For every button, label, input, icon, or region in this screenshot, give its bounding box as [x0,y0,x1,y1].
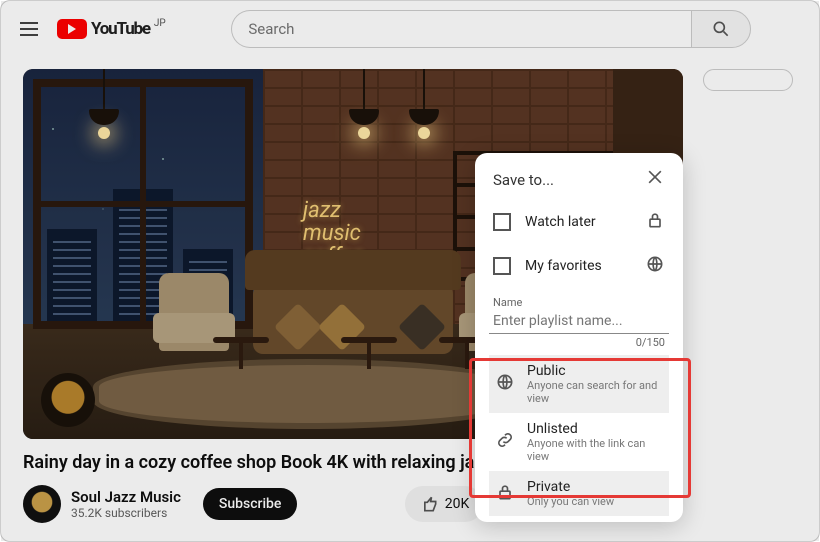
playlist-row-my-favorites[interactable]: My favorites [489,244,669,288]
privacy-title: Public [527,363,663,379]
thumbs-up-icon [419,494,439,514]
channel-watermark [41,373,95,427]
channel-name[interactable]: Soul Jazz Music [71,488,181,506]
privacy-option-unlisted[interactable]: Unlisted Anyone with the link can view [489,413,669,471]
playlist-name-input[interactable] [489,309,669,334]
top-header: YouTube JP [1,1,819,57]
youtube-logo[interactable]: YouTube JP [57,19,164,39]
logo-text: YouTube [91,19,150,39]
privacy-description: Only you can view [527,495,614,508]
like-count: 20K [445,496,470,512]
sidebar-chip[interactable] [703,69,793,91]
lock-icon [645,210,665,234]
subscriber-count: 35.2K subscribers [71,506,181,520]
privacy-list: Public Anyone can search for and view Un… [489,355,669,516]
popup-title: Save to... [493,171,554,189]
privacy-description: Anyone with the link can view [527,437,663,463]
search-wrap [180,10,803,48]
privacy-description: Anyone can search for and view [527,379,663,405]
privacy-option-public[interactable]: Public Anyone can search for and view [489,355,669,413]
playlist-row-watch-later[interactable]: Watch later [489,200,669,244]
play-icon [57,19,87,39]
menu-icon[interactable] [17,17,41,41]
close-icon [645,167,665,187]
char-counter: 0/150 [489,336,669,349]
globe-icon [645,254,665,278]
like-button[interactable]: 20K [405,486,484,522]
subscribe-button[interactable]: Subscribe [203,488,298,520]
name-field-label: Name [489,296,669,309]
logo-region: JP [154,18,166,29]
channel-avatar[interactable] [23,485,61,523]
playlist-label: My favorites [525,258,602,274]
save-to-popup: Save to... Watch later My favorites Name… [475,153,683,522]
playlist-label: Watch later [525,214,596,230]
search-button[interactable] [691,10,751,48]
search-icon [711,19,731,39]
privacy-title: Unlisted [527,421,663,437]
privacy-title: Private [527,479,614,495]
checkbox[interactable] [493,213,511,231]
checkbox[interactable] [493,257,511,275]
close-button[interactable] [645,167,665,192]
link-icon [495,430,515,454]
globe-icon [495,372,515,396]
search-box [231,10,751,48]
privacy-option-private[interactable]: Private Only you can view [489,471,669,516]
search-input[interactable] [231,10,691,48]
lock-icon [495,482,515,506]
